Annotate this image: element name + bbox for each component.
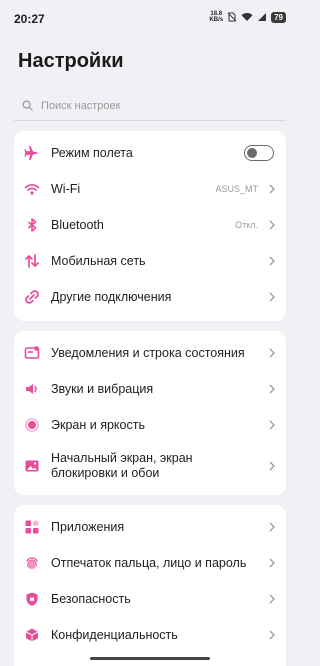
airplane-icon [24,145,40,161]
display-row[interactable]: Экран и яркость [14,407,286,443]
bluetooth-status-value: Откл. [235,220,258,230]
bluetooth-row[interactable]: Bluetooth Откл. [14,207,286,243]
display-sound-card: Уведомления и строка состояния Звуки и в… [14,331,286,495]
fingerprint-label: Отпечаток пальца, лицо и пароль [51,555,247,570]
home-screen-label: Начальный экран, экран блокировки и обои [51,451,193,480]
search-placeholder: Поиск настроек [41,99,121,112]
page-title: Настройки [18,50,124,72]
chevron-right-icon [269,256,275,266]
apps-icon [24,519,40,535]
chevron-right-icon [269,630,275,640]
chevron-right-icon [269,420,275,430]
status-icons: 18.8 KB/s 79 [209,11,286,23]
fingerprint-icon [24,555,40,571]
fingerprint-row[interactable]: Отпечаток пальца, лицо и пароль [14,545,286,581]
security-row[interactable]: Безопасность [14,581,286,617]
wifi-network-value: ASUS_MT [215,184,258,194]
sounds-row[interactable]: Звуки и вибрация [14,371,286,407]
privacy-row[interactable]: Конфиденциальность [14,617,286,653]
chevron-right-icon [269,220,275,230]
apps-row[interactable]: Приложения [14,509,286,545]
notifications-label: Уведомления и строка состояния [51,345,245,360]
search-icon [22,100,33,111]
mobile-network-label: Мобильная сеть [51,253,146,268]
airplane-mode-label: Режим полета [51,145,133,160]
apps-label: Приложения [51,519,125,534]
notification-icon [24,345,40,361]
other-connections-label: Другие подключения [51,289,172,304]
chevron-right-icon [269,384,275,394]
chevron-right-icon [269,461,275,471]
status-time: 20:27 [14,12,45,26]
shield-icon [24,591,40,607]
security-label: Безопасность [51,591,131,606]
privacy-label: Конфиденциальность [51,627,178,642]
home-screen-row[interactable]: Начальный экран, экран блокировки и обои [14,443,286,489]
status-bar: 20:27 18.8 KB/s 79 [0,0,300,40]
network-speed: 18.8 KB/s [209,11,224,23]
battery-indicator: 79 [271,11,286,23]
chevron-right-icon [269,558,275,568]
notifications-row[interactable]: Уведомления и строка состояния [14,335,286,371]
no-sim-icon [227,12,237,22]
chevron-right-icon [269,184,275,194]
display-label: Экран и яркость [51,417,145,432]
wifi-row[interactable]: Wi-Fi ASUS_MT [14,171,286,207]
chevron-right-icon [269,292,275,302]
airplane-mode-row[interactable]: Режим полета [14,135,286,171]
apps-security-card: Приложения Отпечаток пальца, лицо и паро… [14,505,286,666]
chevron-right-icon [269,348,275,358]
search-input[interactable]: Поиск настроек [14,91,286,121]
connectivity-card: Режим полета Wi-Fi ASUS_MT Bluetooth Отк… [14,131,286,321]
wifi-status-icon [241,13,253,21]
privacy-icon [24,627,40,643]
chevron-right-icon [269,522,275,532]
wifi-label: Wi-Fi [51,181,81,196]
mobile-network-row[interactable]: Мобильная сеть [14,243,286,279]
link-icon [24,289,40,305]
bluetooth-icon [24,217,40,233]
speaker-icon [24,381,40,397]
sounds-label: Звуки и вибрация [51,381,154,396]
home-indicator[interactable] [90,657,210,660]
other-connections-row[interactable]: Другие подключения [14,279,286,315]
wallpaper-icon [24,458,40,474]
mobile-data-icon [24,253,40,269]
chevron-right-icon [269,594,275,604]
bluetooth-label: Bluetooth [51,217,104,232]
airplane-mode-toggle[interactable] [244,145,274,161]
signal-icon [258,13,267,21]
wifi-icon [24,181,40,197]
display-icon [24,417,40,433]
